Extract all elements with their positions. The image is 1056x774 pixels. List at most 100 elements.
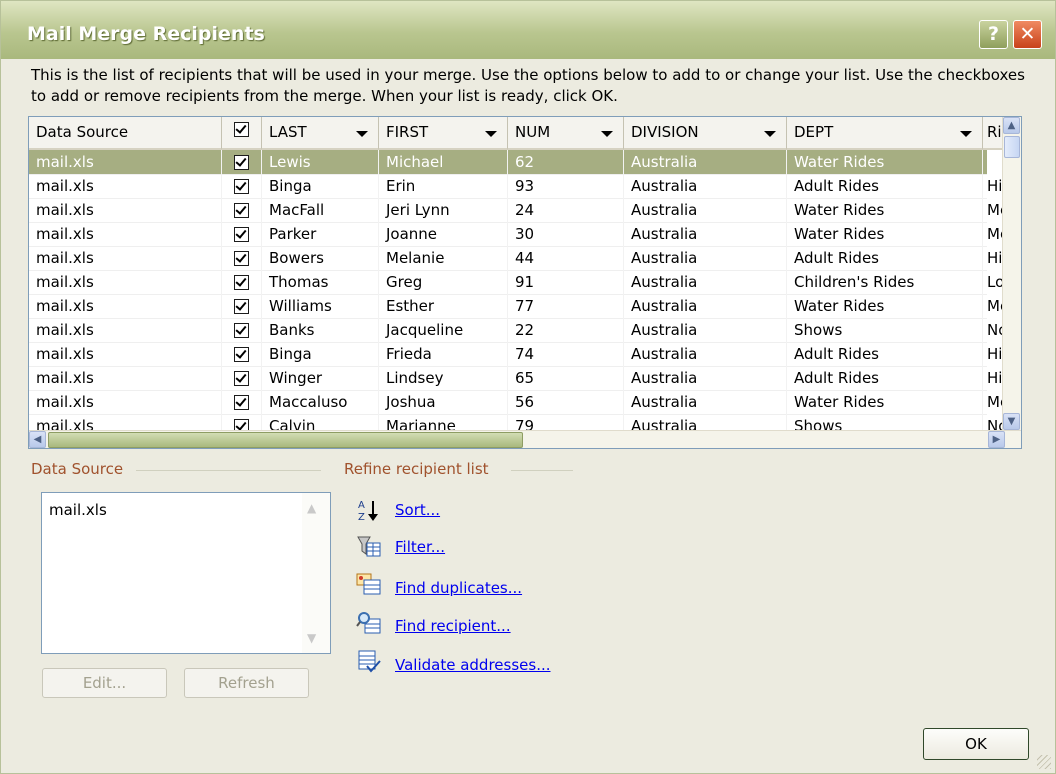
find-duplicates-link[interactable]: Find duplicates... bbox=[395, 579, 522, 597]
recipient-checkbox[interactable] bbox=[234, 395, 249, 410]
recipient-checkbox[interactable] bbox=[234, 371, 249, 386]
recipient-checkbox-cell[interactable] bbox=[222, 150, 262, 174]
title-bar[interactable]: Mail Merge Recipients ? ✕ bbox=[1, 1, 1055, 59]
find-recipient-icon bbox=[356, 612, 381, 634]
column-header-data-source[interactable]: Data Source bbox=[29, 117, 222, 150]
vertical-scroll-thumb[interactable] bbox=[1004, 136, 1020, 158]
recipient-checkbox-cell[interactable] bbox=[222, 222, 262, 246]
column-header-dept[interactable]: DEPT bbox=[787, 117, 983, 150]
recipient-checkbox-cell[interactable] bbox=[222, 294, 262, 318]
edit-button[interactable]: Edit... bbox=[42, 668, 167, 698]
recipient-checkbox-cell[interactable] bbox=[222, 174, 262, 198]
recipient-checkbox-cell[interactable] bbox=[222, 366, 262, 390]
table-cell-division: Australia bbox=[624, 294, 787, 318]
help-button[interactable]: ? bbox=[979, 20, 1008, 49]
find-recipient-link[interactable]: Find recipient... bbox=[395, 617, 511, 635]
chevron-down-icon[interactable] bbox=[960, 131, 972, 137]
recipient-checkbox[interactable] bbox=[234, 227, 249, 242]
table-cell-dept: Adult Rides bbox=[787, 366, 983, 390]
table-cell-num: 93 bbox=[508, 174, 624, 198]
select-all-checkbox[interactable] bbox=[234, 122, 249, 137]
mail-merge-recipients-dialog: Mail Merge Recipients ? ✕ This is the li… bbox=[0, 0, 1056, 774]
table-cell-source: mail.xls bbox=[29, 198, 222, 222]
table-cell-num: 22 bbox=[508, 318, 624, 342]
table-row[interactable]: mail.xls Lewis Michael 62 Australia Water Rid… bbox=[29, 150, 1005, 175]
recipient-checkbox[interactable] bbox=[234, 323, 249, 338]
vertical-scrollbar[interactable]: ▲ ▼ bbox=[1002, 117, 1021, 430]
scroll-up-icon[interactable]: ▲ bbox=[1003, 117, 1020, 134]
table-cell-num: 74 bbox=[508, 342, 624, 366]
ok-button[interactable]: OK bbox=[923, 728, 1029, 760]
table-cell-last: Binga bbox=[262, 174, 379, 198]
recipient-checkbox[interactable] bbox=[234, 203, 249, 218]
scroll-down-icon[interactable]: ▼ bbox=[307, 631, 316, 645]
table-cell-division: Australia bbox=[624, 270, 787, 294]
recipient-checkbox[interactable] bbox=[234, 179, 249, 194]
table-row[interactable]: mail.xls MacFall Jeri Lynn 24 Australia Water… bbox=[29, 198, 1005, 223]
table-row[interactable]: mail.xls Binga Erin 93 Australia Adult Rides H… bbox=[29, 174, 1005, 199]
table-cell-source: mail.xls bbox=[29, 150, 222, 174]
chevron-down-icon[interactable] bbox=[485, 131, 497, 137]
column-header-last[interactable]: LAST bbox=[262, 117, 379, 150]
horizontal-scrollbar[interactable]: ◀ ▶ bbox=[29, 430, 1021, 448]
data-source-item[interactable]: mail.xls bbox=[49, 501, 107, 519]
table-cell-first: Esther bbox=[379, 294, 508, 318]
recipient-checkbox[interactable] bbox=[234, 251, 249, 266]
table-cell-first: Jeri Lynn bbox=[379, 198, 508, 222]
recipient-checkbox-cell[interactable] bbox=[222, 198, 262, 222]
listbox-scrollbar[interactable]: ▲ ▼ bbox=[302, 493, 330, 653]
recipient-checkbox-cell[interactable] bbox=[222, 342, 262, 366]
table-row[interactable]: mail.xls Williams Esther 77 Australia Water R… bbox=[29, 294, 1005, 319]
recipient-checkbox-cell[interactable] bbox=[222, 246, 262, 270]
refresh-button[interactable]: Refresh bbox=[184, 668, 309, 698]
filter-link[interactable]: Filter... bbox=[395, 538, 445, 556]
recipients-grid[interactable]: Data Source LAST FIRST NUM DIVISION DEPT… bbox=[28, 116, 1022, 449]
recipient-checkbox[interactable] bbox=[234, 275, 249, 290]
recipient-checkbox[interactable] bbox=[234, 299, 249, 314]
recipient-checkbox-cell[interactable] bbox=[222, 318, 262, 342]
dialog-title: Mail Merge Recipients bbox=[27, 23, 265, 45]
scroll-down-icon[interactable]: ▼ bbox=[1003, 413, 1020, 430]
table-row[interactable]: mail.xls Maccaluso Joshua 56 Australia Water … bbox=[29, 390, 1005, 415]
table-cell-last: Parker bbox=[262, 222, 379, 246]
horizontal-scroll-thumb[interactable] bbox=[48, 432, 523, 448]
table-cell-division: Australia bbox=[624, 366, 787, 390]
resize-grip-icon[interactable] bbox=[1037, 755, 1051, 769]
table-cell-first: Jacqueline bbox=[379, 318, 508, 342]
scroll-up-icon[interactable]: ▲ bbox=[307, 501, 316, 515]
data-source-listbox[interactable]: mail.xls ▲ ▼ bbox=[41, 492, 331, 654]
table-cell-dept: Water Rides bbox=[787, 390, 983, 414]
chevron-down-icon[interactable] bbox=[601, 131, 613, 137]
recipient-checkbox-cell[interactable] bbox=[222, 270, 262, 294]
column-header-label: DIVISION bbox=[631, 123, 699, 141]
table-cell-first: Lindsey bbox=[379, 366, 508, 390]
table-cell-num: 91 bbox=[508, 270, 624, 294]
table-row[interactable]: mail.xls Banks Jacqueline 22 Australia Shows N… bbox=[29, 318, 1005, 343]
table-cell-last: Lewis bbox=[262, 150, 379, 174]
recipient-checkbox[interactable] bbox=[234, 155, 249, 170]
sort-link[interactable]: Sort... bbox=[395, 501, 440, 519]
table-cell-source: mail.xls bbox=[29, 366, 222, 390]
table-cell-source: mail.xls bbox=[29, 342, 222, 366]
scroll-left-icon[interactable]: ◀ bbox=[29, 431, 46, 448]
table-row[interactable]: mail.xls Winger Lindsey 65 Australia Adult Ri… bbox=[29, 366, 1005, 391]
column-header-label: Data Source bbox=[36, 123, 129, 141]
table-cell-dept: Adult Rides bbox=[787, 246, 983, 270]
table-row[interactable]: mail.xls Binga Frieda 74 Australia Adult Ride… bbox=[29, 342, 1005, 367]
column-header-first[interactable]: FIRST bbox=[379, 117, 508, 150]
svg-text:Z: Z bbox=[358, 512, 365, 523]
validate-addresses-link[interactable]: Validate addresses... bbox=[395, 656, 551, 674]
recipient-checkbox[interactable] bbox=[234, 347, 249, 362]
table-row[interactable]: mail.xls Bowers Melanie 44 Australia Adult Ri… bbox=[29, 246, 1005, 271]
scroll-right-icon[interactable]: ▶ bbox=[988, 431, 1005, 448]
close-button[interactable]: ✕ bbox=[1013, 20, 1042, 49]
column-header-num[interactable]: NUM bbox=[508, 117, 624, 150]
chevron-down-icon[interactable] bbox=[764, 131, 776, 137]
chevron-down-icon[interactable] bbox=[356, 131, 368, 137]
table-row[interactable]: mail.xls Parker Joanne 30 Australia Water Rid… bbox=[29, 222, 1005, 247]
table-cell-last: Banks bbox=[262, 318, 379, 342]
table-row[interactable]: mail.xls Thomas Greg 91 Australia Children's … bbox=[29, 270, 1005, 295]
recipient-checkbox-cell[interactable] bbox=[222, 390, 262, 414]
column-header-checkbox[interactable] bbox=[222, 117, 262, 150]
column-header-division[interactable]: DIVISION bbox=[624, 117, 787, 150]
